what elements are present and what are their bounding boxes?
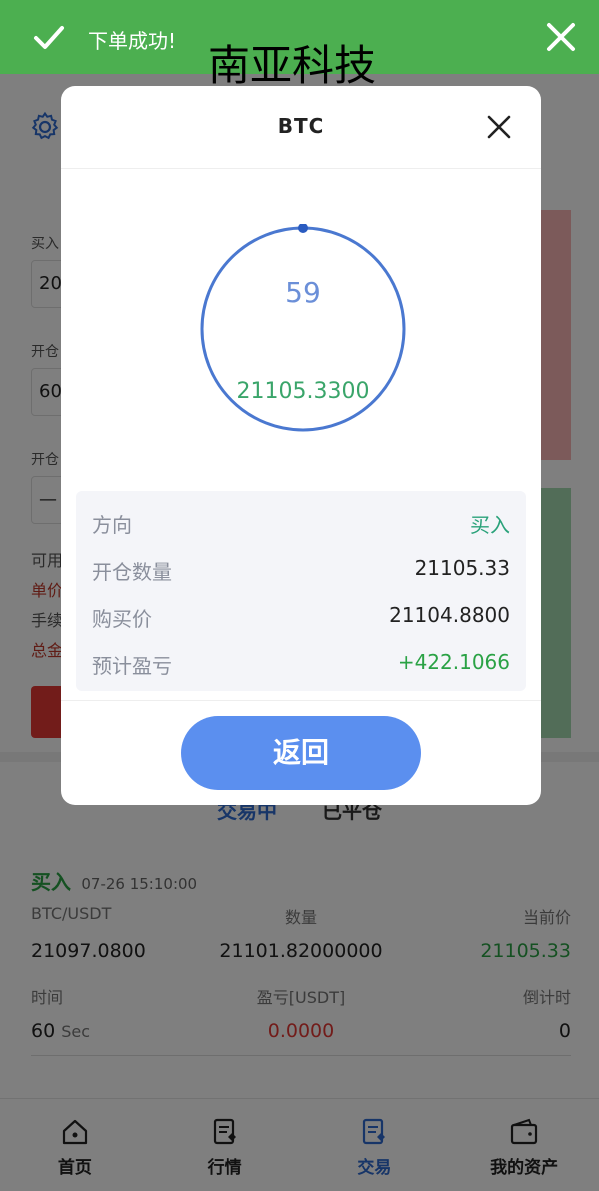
detail-row-quantity: 开仓数量 21105.33 (92, 556, 510, 585)
countdown-price: 21105.3300 (236, 379, 370, 404)
close-icon[interactable] (544, 20, 578, 54)
close-icon[interactable] (485, 113, 513, 141)
detail-value: +422.1066 (397, 650, 510, 674)
detail-value: 买入 (470, 513, 510, 537)
order-details: 方向 买入 开仓数量 21105.33 购买价 21104.8800 预计盈亏 … (76, 491, 526, 691)
detail-row-direction: 方向 买入 (92, 509, 510, 538)
detail-value: 21104.8800 (389, 603, 510, 627)
detail-row-profit: 预计盈亏 +422.1066 (92, 650, 510, 679)
modal-title: BTC (277, 114, 325, 138)
watermark-text: 南亚科技 (208, 41, 377, 90)
detail-label: 开仓数量 (92, 560, 172, 584)
detail-row-buy-price: 购买价 21104.8800 (92, 603, 510, 632)
modal-header: BTC (61, 86, 541, 169)
toast-message: 下单成功! (88, 29, 177, 53)
detail-label: 购买价 (92, 607, 152, 631)
back-button[interactable]: 返回 (181, 716, 421, 790)
checkmark-icon (34, 26, 64, 49)
detail-value: 21105.33 (414, 556, 510, 580)
modal-divider (61, 700, 541, 701)
countdown-value: 59 (285, 276, 321, 309)
order-success-modal: BTC 59 21105.3300 方向 买入 开仓数量 21105.33 购买… (61, 86, 541, 805)
detail-label: 预计盈亏 (92, 654, 172, 678)
detail-label: 方向 (92, 513, 132, 537)
